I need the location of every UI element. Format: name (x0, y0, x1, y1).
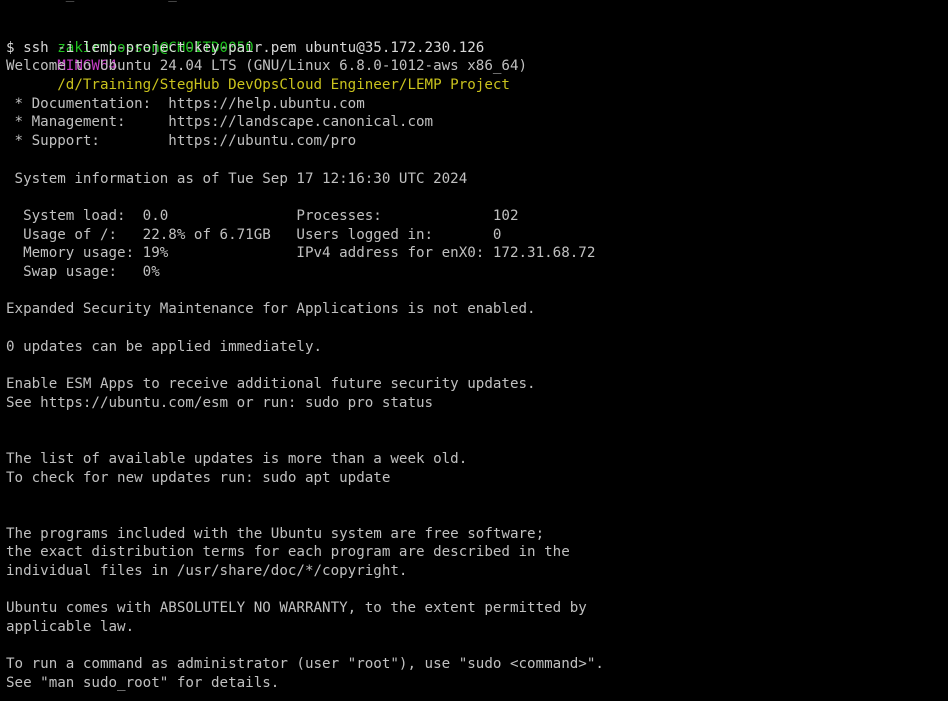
output-line: applicable law. (6, 619, 135, 635)
output-line: To run a command as administrator (user … (6, 656, 604, 673)
terminal-output[interactable]: zakir.hossen@CHOITD0050 MINGW64 /d/Train… (6, 20, 948, 693)
output-line: * Support: https://ubuntu.com/pro (6, 133, 357, 150)
output-line: System load: 0.0 Processes: 102 (6, 207, 519, 224)
output-line: The programs included with the Ubuntu sy… (6, 525, 545, 542)
command-line: $ ssh -i lemp-project-key-pair.pem ubunt… (6, 39, 485, 56)
output-line: individual files in /usr/share/doc/*/cop… (6, 562, 408, 579)
command-output: Welcome to Ubuntu 24.04 LTS (GNU/Linux 6… (6, 57, 948, 692)
output-line: * Management: https://landscape.canonica… (6, 114, 434, 131)
output-line: Ubuntu comes with ABSOLUTELY NO WARRANTY… (6, 600, 587, 617)
output-line: * Documentation: https://help.ubuntu.com (6, 95, 365, 112)
output-line: The list of available updates is more th… (6, 450, 468, 467)
prompt-line: zakir.hossen@CHOITD0050 MINGW64 /d/Train… (6, 20, 948, 93)
output-line: Enable ESM Apps to receive additional fu… (6, 376, 536, 393)
output-line: 0 updates can be applied immediately. (6, 338, 323, 355)
prompt-path: /d/Training/StegHub DevOpsCloud Engineer… (57, 77, 510, 94)
scrolled-off-line-fragment: -Δ--·--_·‐·--·Δ··-·_·-·Δ·-·‐·-·-· (0, 0, 948, 6)
terminal-window[interactable]: -Δ--·--_·‐·--·Δ··-·_·-·Δ·-·‐·-·-· zakir.… (0, 0, 948, 701)
output-line: Usage of /: 22.8% of 6.71GB Users logged… (6, 226, 502, 243)
output-line: To check for new updates run: sudo apt u… (6, 469, 391, 486)
output-line: Expanded Security Maintenance for Applic… (6, 301, 536, 318)
output-line: System information as of Tue Sep 17 12:1… (6, 170, 468, 187)
output-line: the exact distribution terms for each pr… (6, 544, 570, 561)
output-line: See https://ubuntu.com/esm or run: sudo … (6, 394, 434, 411)
output-line: Swap usage: 0% (6, 263, 160, 280)
output-line: See "man sudo_root" for details. (6, 675, 280, 692)
output-line: Welcome to Ubuntu 24.04 LTS (GNU/Linux 6… (6, 58, 528, 75)
output-line: Memory usage: 19% IPv4 address for enX0:… (6, 245, 596, 262)
